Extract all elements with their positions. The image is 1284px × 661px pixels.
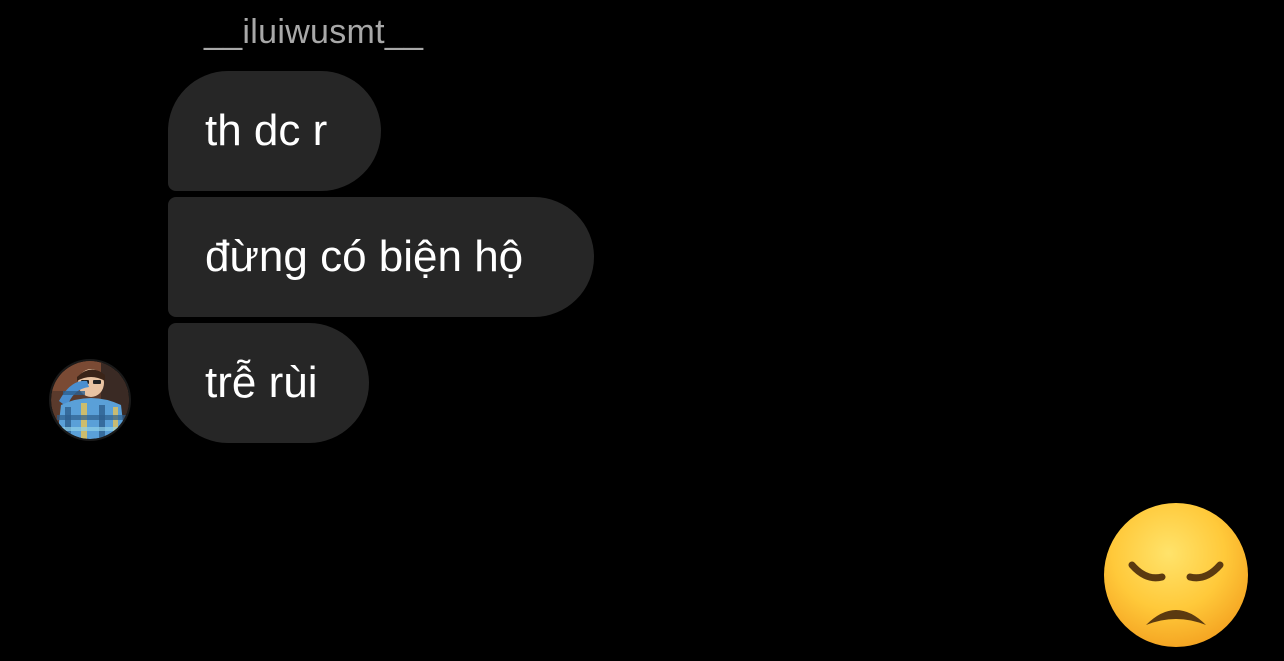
message-bubble[interactable]: trễ rùi	[168, 323, 369, 443]
message-text: đừng có biện hộ	[205, 232, 524, 281]
emoji-graphic	[1104, 503, 1248, 647]
sender-username[interactable]: __iluiwusmt__	[204, 10, 423, 54]
message-bubble[interactable]: th dc r	[168, 71, 381, 191]
avatar-photo	[51, 361, 129, 439]
message-bubble[interactable]: đừng có biện hộ	[168, 197, 594, 317]
message-text: trễ rùi	[205, 358, 318, 407]
sender-avatar[interactable]	[49, 359, 131, 441]
disappointed-face-icon[interactable]	[1102, 501, 1250, 649]
message-text: th dc r	[205, 106, 328, 155]
chat-thread: __iluiwusmt__ th dc r đừng có biện hộ tr…	[0, 0, 1284, 661]
